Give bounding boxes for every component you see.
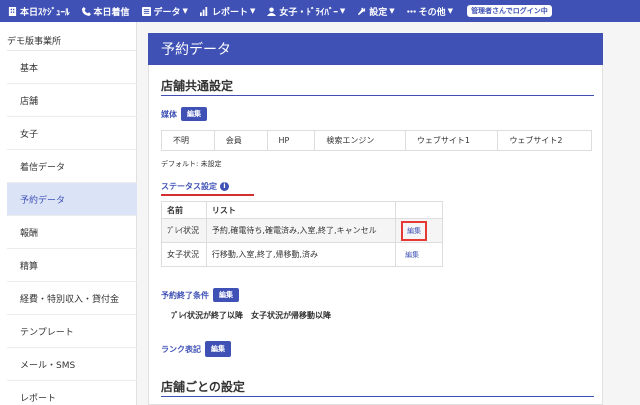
login-status-badge[interactable]: 管理者さんでログイン中 xyxy=(467,5,552,17)
nav-label: 設定 xyxy=(369,7,388,18)
sidebar-item-expenses[interactable]: 経費・特別収入・貸付金 xyxy=(7,282,137,315)
media-option: HP xyxy=(268,131,316,150)
media-edit-button[interactable]: 編集 xyxy=(181,107,207,121)
sidebar-item-template[interactable]: テンプレート xyxy=(7,315,137,348)
sidebar-item-reservation-data[interactable]: 予約データ xyxy=(7,183,137,216)
nav-girls-drivers-menu[interactable]: 女子・ﾄﾞﾗｲﾊﾞｰ ▼ xyxy=(267,5,345,18)
building-icon xyxy=(8,6,17,16)
status-list: 予約,確電待ち,確電済み,入室,終了,キャンセル xyxy=(205,218,397,243)
media-label: 媒体 xyxy=(161,109,177,119)
nav-today-schedule[interactable]: 本日ｽｹｼﾞｭｰﾙ xyxy=(8,5,70,18)
list-icon xyxy=(141,6,151,16)
media-option: 会員 xyxy=(215,131,268,150)
end-condition-label-row: 予約終了条件 編集 xyxy=(161,288,239,302)
end-condition-label: 予約終了条件 xyxy=(161,290,209,300)
table-row: ﾌﾟﾚｲ状況 予約,確電待ち,確電済み,入室,終了,キャンセル 編集 xyxy=(161,218,443,243)
wrench-icon xyxy=(358,7,366,15)
nav-report-menu[interactable]: レポート ▼ xyxy=(199,5,256,18)
nav-label: レポート xyxy=(211,7,248,18)
media-options-table: 不明 会員 HP 検索エンジン ウェブサイト1 ウェブサイト2 xyxy=(161,130,592,151)
media-option: ウェブサイト1 xyxy=(406,131,499,150)
chart-icon xyxy=(199,6,208,16)
section-divider xyxy=(161,95,594,96)
media-label-row: 媒体 編集 xyxy=(161,107,207,121)
sidebar-item-mail-sms[interactable]: メール・SMS xyxy=(7,348,137,381)
sidebar-item-store[interactable]: 店舗 xyxy=(7,84,137,117)
media-default-note: デフォルト: 未設定 xyxy=(161,160,222,168)
edit-link[interactable]: 編集 xyxy=(405,251,419,259)
rank-label-row: ランク表記 編集 xyxy=(161,341,231,357)
nav-other-menu[interactable]: その他 ▼ xyxy=(406,5,454,18)
table-row: 女子状況 行移動,入室,終了,帰移動,済み 編集 xyxy=(161,242,443,267)
page-title: 予約データ xyxy=(148,33,603,65)
sidebar-menu: 基本 店舗 女子 着信データ 予約データ 報酬 精算 経費・特別収入・貸付金 テ… xyxy=(7,50,137,405)
edit-link[interactable]: 編集 xyxy=(407,227,421,235)
nav-label: 本日着信 xyxy=(93,7,130,18)
settings-card: 店舗共通設定 媒体 編集 不明 会員 HP 検索エンジン ウェブサイト1 ウェブ… xyxy=(148,65,603,405)
rank-edit-button[interactable]: 編集 xyxy=(205,341,231,357)
section-divider xyxy=(161,396,594,397)
status-label-underline xyxy=(161,194,254,196)
media-option: ウェブサイト2 xyxy=(509,136,563,145)
nav-settings-menu[interactable]: 設定 ▼ xyxy=(357,5,395,18)
dots-icon xyxy=(406,9,416,13)
caret-down-icon: ▼ xyxy=(339,7,346,15)
sidebar-item-girls[interactable]: 女子 xyxy=(7,117,137,150)
column-header-name: 名前 xyxy=(161,201,207,219)
caret-down-icon: ▼ xyxy=(249,7,256,15)
status-name: ﾌﾟﾚｲ状況 xyxy=(161,218,207,243)
caret-down-icon: ▼ xyxy=(447,7,454,15)
sidebar: デモ版事業所 基本 店舗 女子 着信データ 予約データ 報酬 精算 経費・特別収… xyxy=(0,22,137,405)
end-condition-text: ﾌﾟﾚｲ状況が終了以降 女子状況が帰移動以降 xyxy=(171,311,331,320)
sidebar-item-settlement[interactable]: 精算 xyxy=(7,249,137,282)
sidebar-item-call-data[interactable]: 着信データ xyxy=(7,150,137,183)
status-settings-label[interactable]: ステータス設定 xyxy=(161,181,217,192)
status-name: 女子状況 xyxy=(161,242,207,267)
rank-label: ランク表記 xyxy=(161,344,201,354)
nav-label: データ xyxy=(153,7,181,18)
status-table-header: 名前 リスト xyxy=(161,201,443,219)
edit-cell: 編集 xyxy=(395,218,443,243)
sidebar-item-report[interactable]: レポート xyxy=(7,381,137,405)
sidebar-item-basic[interactable]: 基本 xyxy=(7,51,137,84)
top-navbar: 本日ｽｹｼﾞｭｰﾙ 本日着信 データ ▼ レポート ▼ 女子・ﾄﾞﾗｲﾊﾞｰ ▼… xyxy=(0,0,640,22)
status-table: 名前 リスト ﾌﾟﾚｲ状況 予約,確電待ち,確電済み,入室,終了,キャンセル 編… xyxy=(161,201,443,267)
nav-today-calls[interactable]: 本日着信 xyxy=(81,5,130,18)
nav-data-menu[interactable]: データ ▼ xyxy=(141,5,188,18)
office-name: デモ版事業所 xyxy=(7,37,62,47)
edit-cell: 編集 xyxy=(395,242,443,267)
status-label-row: ステータス設定 i xyxy=(161,181,229,192)
highlight-box: 編集 xyxy=(401,220,428,241)
sidebar-item-reward[interactable]: 報酬 xyxy=(7,216,137,249)
person-icon xyxy=(267,6,277,16)
main-content: 予約データ 店舗共通設定 媒体 編集 不明 会員 HP 検索エンジン ウェブサイ… xyxy=(148,33,603,405)
nav-label: 本日ｽｹｼﾞｭｰﾙ xyxy=(20,7,70,18)
phone-icon xyxy=(81,6,91,16)
nav-label: その他 xyxy=(418,7,446,18)
caret-down-icon: ▼ xyxy=(389,7,395,15)
column-header-list: リスト xyxy=(205,201,397,219)
end-condition-edit-button[interactable]: 編集 xyxy=(213,288,239,302)
caret-down-icon: ▼ xyxy=(182,7,188,15)
media-option: 不明 xyxy=(162,131,215,150)
media-option: 検索エンジン xyxy=(315,131,406,150)
status-list: 行移動,入室,終了,帰移動,済み xyxy=(205,242,397,267)
nav-label: 女子・ﾄﾞﾗｲﾊﾞｰ xyxy=(279,7,338,18)
common-settings-title: 店舗共通設定 xyxy=(161,79,234,93)
info-icon[interactable]: i xyxy=(220,182,229,191)
per-store-settings-title: 店舗ごとの設定 xyxy=(161,380,245,394)
column-header-action xyxy=(395,201,443,219)
